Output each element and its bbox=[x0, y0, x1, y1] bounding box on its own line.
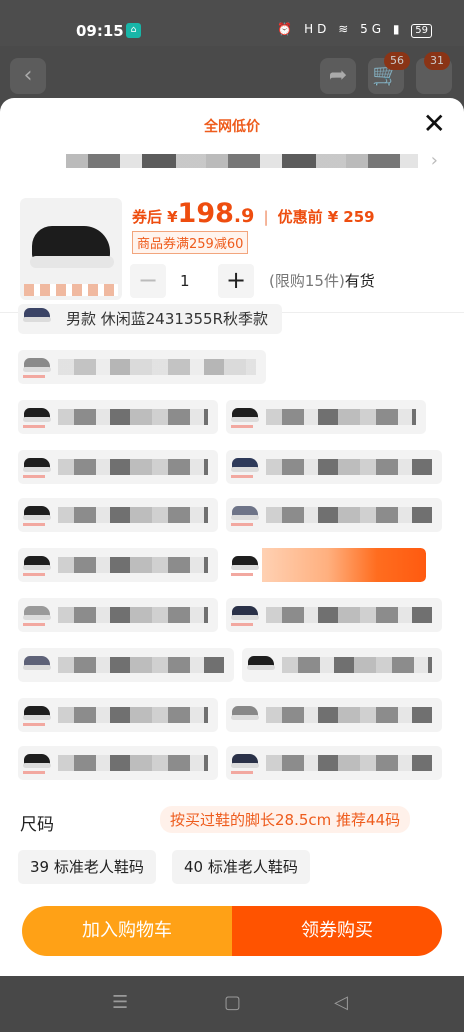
color-variant-option[interactable] bbox=[242, 648, 442, 682]
product-image[interactable] bbox=[20, 198, 122, 300]
menu-icon[interactable]: ☰ bbox=[112, 992, 128, 1013]
size-option-40[interactable]: 40 标准老人鞋码 bbox=[172, 850, 310, 884]
color-variant-option[interactable] bbox=[226, 498, 442, 532]
color-variant-option[interactable] bbox=[226, 598, 442, 632]
color-variant-option[interactable] bbox=[18, 450, 218, 484]
app-notification-icon: ⌂ bbox=[126, 23, 141, 38]
variant-name-blurred bbox=[262, 548, 426, 582]
variant-thumbnail bbox=[230, 602, 260, 628]
variant-thumbnail bbox=[22, 702, 52, 728]
color-variant-option[interactable] bbox=[18, 746, 218, 780]
variant-name-blurred bbox=[58, 657, 224, 673]
variant-name-blurred bbox=[266, 707, 432, 723]
variant-name-blurred bbox=[266, 409, 416, 425]
color-variant-option[interactable] bbox=[18, 548, 218, 582]
original-price-label: 优惠前 bbox=[277, 208, 323, 226]
page-header: ‹ ➦ 🛒 56 31 bbox=[0, 46, 464, 102]
variant-label: 男款 休闲蓝2431355R秋季款 bbox=[66, 310, 268, 328]
variant-name-blurred bbox=[58, 707, 208, 723]
price-integer: 198 bbox=[177, 198, 234, 229]
status-icons: ⏰ HD ≋ 5G ▮ 59 bbox=[277, 22, 432, 38]
price-separator: | bbox=[263, 208, 269, 226]
add-to-cart-button[interactable]: 加入购物车 bbox=[22, 906, 232, 956]
variant-thumbnail bbox=[230, 702, 260, 728]
variant-thumbnail bbox=[230, 552, 260, 578]
purchase-limit: (限购15件) bbox=[269, 272, 345, 290]
color-variant-option[interactable] bbox=[18, 350, 266, 384]
image-thumbnail-strip bbox=[24, 284, 118, 296]
variant-name-blurred bbox=[266, 755, 432, 771]
variant-name-blurred bbox=[282, 657, 432, 673]
cart-badge: 56 bbox=[384, 52, 410, 70]
variant-name-blurred bbox=[58, 459, 208, 475]
variant-thumbnail bbox=[22, 552, 52, 578]
variant-thumbnail bbox=[230, 454, 260, 480]
sheet-title: 全网低价 bbox=[204, 119, 260, 135]
variant-thumbnail bbox=[22, 304, 52, 330]
system-nav-bar: ☰ ▢ ◁ bbox=[0, 976, 464, 1032]
status-bar: 09:15 ⌂ ⏰ HD ≋ 5G ▮ 59 bbox=[0, 0, 464, 46]
color-variant-option[interactable] bbox=[226, 746, 442, 780]
original-price: 259 bbox=[343, 208, 375, 226]
color-variant-option[interactable] bbox=[18, 400, 218, 434]
size-option-39[interactable]: 39 标准老人鞋码 bbox=[18, 850, 156, 884]
color-variant-option[interactable] bbox=[18, 698, 218, 732]
size-recommendation[interactable]: 按买过鞋的脚长28.5cm 推荐44码 bbox=[160, 806, 411, 833]
price-row: 券后 ¥198.9 | 优惠前 ¥ 259 bbox=[132, 198, 375, 229]
variant-name-blurred bbox=[58, 755, 208, 771]
variant-thumbnail bbox=[22, 502, 52, 528]
message-badge: 31 bbox=[424, 52, 450, 70]
color-variant-option[interactable] bbox=[226, 450, 442, 484]
back-button[interactable]: ‹ bbox=[10, 58, 46, 94]
price-decimal: .9 bbox=[233, 205, 255, 227]
variant-thumbnail bbox=[22, 652, 52, 678]
quantity-value[interactable]: 1 bbox=[180, 272, 190, 290]
home-icon[interactable]: ▢ bbox=[224, 992, 241, 1013]
buy-with-coupon-button[interactable]: 领券购买 bbox=[232, 906, 442, 956]
shoe-sole-shape bbox=[30, 256, 114, 268]
variant-thumbnail bbox=[230, 404, 260, 430]
currency-symbol: ¥ bbox=[167, 208, 178, 226]
color-variant-option[interactable]: 男款 休闲蓝2431355R秋季款 bbox=[18, 304, 282, 334]
color-variant-option[interactable] bbox=[18, 648, 234, 682]
variant-thumbnail bbox=[22, 750, 52, 776]
close-icon[interactable]: ✕ bbox=[423, 110, 446, 138]
blurred-info-strip bbox=[66, 154, 418, 168]
color-variant-option[interactable] bbox=[18, 498, 218, 532]
stock-status: 有货 bbox=[344, 272, 375, 290]
battery-icon: 59 bbox=[411, 24, 432, 38]
stock-info: (限购15件)有货 bbox=[269, 270, 375, 291]
variant-thumbnail bbox=[230, 750, 260, 776]
variant-thumbnail bbox=[22, 454, 52, 480]
variant-thumbnail bbox=[22, 602, 52, 628]
back-icon[interactable]: ◁ bbox=[334, 992, 348, 1013]
quantity-increase-button[interactable]: + bbox=[218, 264, 254, 298]
system-status-icons: ⏰ HD ≋ 5G ▮ bbox=[277, 22, 404, 36]
color-variant-option[interactable] bbox=[226, 698, 442, 732]
status-time: 09:15 bbox=[76, 22, 124, 40]
color-variant-option-selected[interactable] bbox=[226, 548, 426, 582]
variant-name-blurred bbox=[58, 359, 256, 375]
quantity-decrease-button[interactable]: − bbox=[130, 264, 166, 298]
coupon-tag: 商品券满259减60 bbox=[132, 231, 249, 254]
size-label: 尺码 bbox=[20, 815, 54, 835]
color-variant-option[interactable] bbox=[226, 400, 426, 434]
variant-thumbnail bbox=[22, 404, 52, 430]
variant-name-blurred bbox=[58, 607, 208, 623]
variant-thumbnail bbox=[22, 354, 52, 380]
sku-selector-sheet: 全网低价 ✕ › 券后 ¥198.9 | 优惠前 ¥ 259 商品券满259减6… bbox=[0, 98, 464, 976]
chevron-right-icon[interactable]: › bbox=[431, 150, 438, 171]
variant-thumbnail bbox=[246, 652, 276, 678]
color-variant-option[interactable] bbox=[18, 598, 218, 632]
variant-name-blurred bbox=[266, 607, 432, 623]
variant-name-blurred bbox=[266, 459, 432, 475]
variant-name-blurred bbox=[58, 409, 208, 425]
share-button[interactable]: ➦ bbox=[320, 58, 356, 94]
coupon-price-label: 券后 bbox=[132, 208, 163, 226]
variant-name-blurred bbox=[58, 557, 208, 573]
variant-name-blurred bbox=[58, 507, 208, 523]
variant-name-blurred bbox=[266, 507, 432, 523]
variant-thumbnail bbox=[230, 502, 260, 528]
original-currency: ¥ bbox=[327, 208, 339, 226]
